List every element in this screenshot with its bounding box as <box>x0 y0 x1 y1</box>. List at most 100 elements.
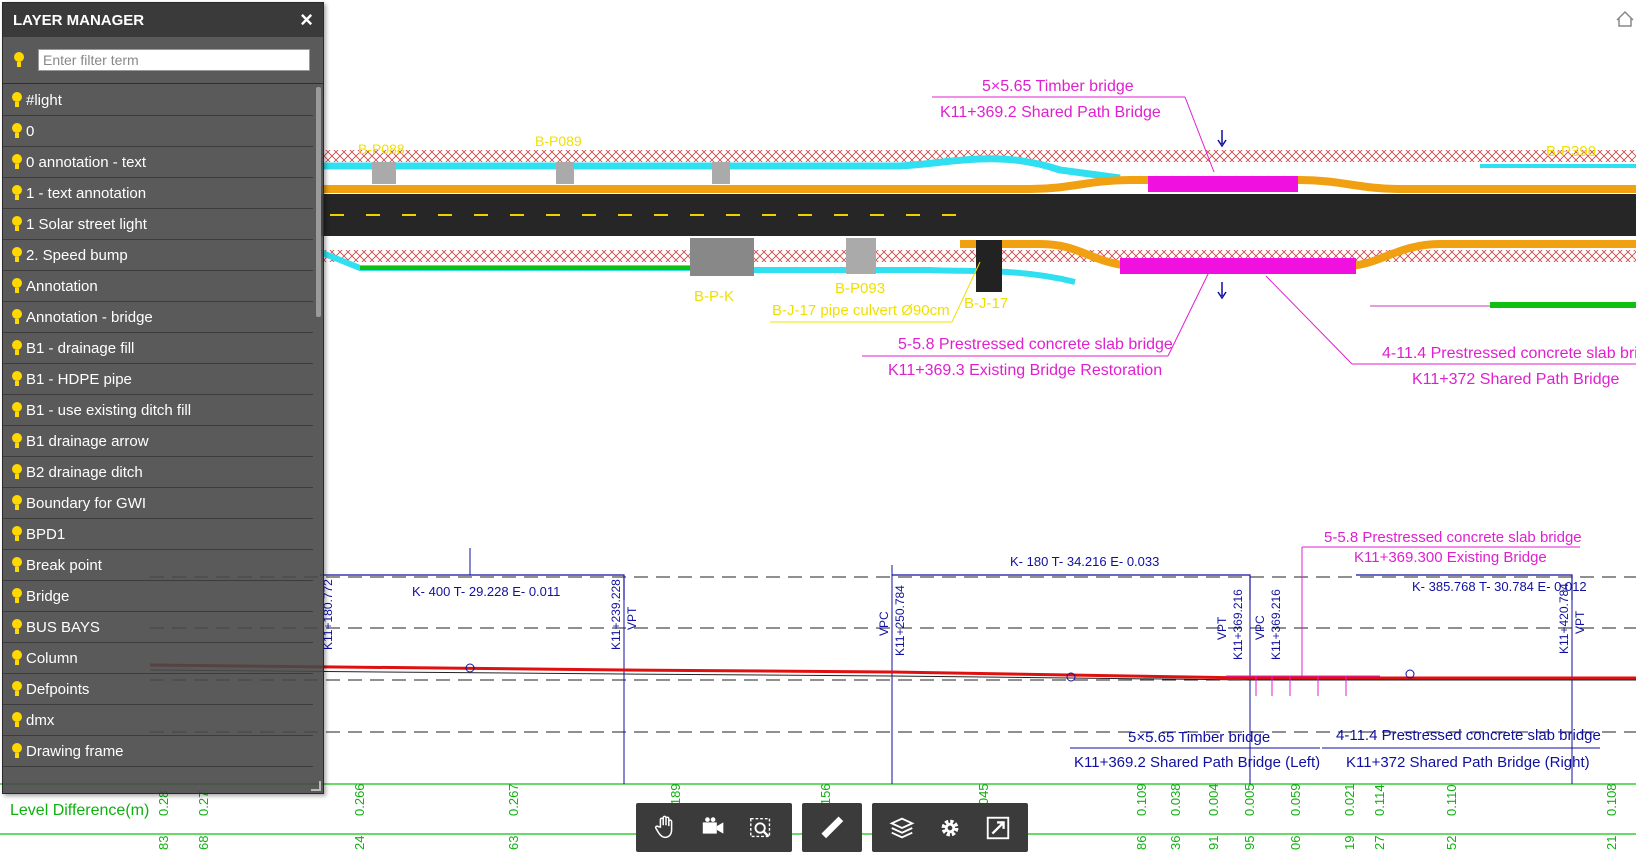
lightbulb-icon[interactable] <box>11 494 23 512</box>
leader-bridge3 <box>1265 275 1353 365</box>
layer-name: Annotation <box>26 277 98 295</box>
layer-row[interactable]: Drawing frame <box>3 736 313 767</box>
layer-row[interactable]: B1 - HDPE pipe <box>3 364 313 395</box>
structure-bp088 <box>372 162 396 184</box>
arrow-down-2 <box>1217 282 1227 300</box>
label-bpk: B-P-K <box>694 288 734 305</box>
layer-list[interactable]: #light 0 0 annotation - text 1 - text annot… <box>3 85 313 785</box>
bottom-value: 68 <box>196 836 211 850</box>
layer-row[interactable]: Bridge <box>3 581 313 612</box>
label-vpc2: VPC <box>1253 615 1267 640</box>
layer-name: 0 annotation - text <box>26 153 147 171</box>
layer-row[interactable]: 1 Solar street light <box>3 209 313 240</box>
label-sta2: K11+239.228 <box>609 579 623 650</box>
lightbulb-icon[interactable] <box>11 525 23 543</box>
layer-row[interactable]: dmx <box>3 705 313 736</box>
leader-bridge2 <box>1167 269 1211 357</box>
zoom-window-icon <box>750 817 771 837</box>
layer-manager-panel[interactable]: LAYER MANAGER × #light 0 0 annotation - te… <box>2 2 324 794</box>
layer-row[interactable]: #light <box>3 85 313 116</box>
label-vpt2: VPT <box>625 606 639 630</box>
structure-3 <box>712 162 730 184</box>
lightbulb-icon[interactable] <box>11 680 23 698</box>
layer-list-scrollbar[interactable] <box>316 87 321 317</box>
lightbulb-icon[interactable] <box>11 649 23 667</box>
gear-button[interactable] <box>928 808 972 848</box>
layer-name: Boundary for GWI <box>26 494 147 512</box>
layer-row[interactable]: Annotation <box>3 271 313 302</box>
level-value: 0.109 <box>1134 783 1149 816</box>
lightbulb-icon[interactable] <box>11 246 23 264</box>
lightbulb-icon[interactable] <box>11 618 23 636</box>
home-icon[interactable] <box>1616 10 1634 27</box>
lightbulb-icon[interactable] <box>11 308 23 326</box>
label-bridge3-line1: 4-11.4 Prestressed concrete slab bric <box>1382 345 1636 362</box>
layer-row[interactable]: B2 drainage ditch <box>3 457 313 488</box>
bottom-value: 63 <box>506 836 521 850</box>
lightbulb-icon[interactable] <box>11 370 23 388</box>
label-level-difference: Level Difference(m) <box>10 802 149 819</box>
lightbulb-icon[interactable] <box>11 277 23 295</box>
lightbulb-icon[interactable] <box>11 711 23 729</box>
zoom-window-button[interactable] <box>740 808 784 848</box>
curve-bracket-2 <box>892 574 1251 600</box>
layer-row[interactable]: BPD1 <box>3 519 313 550</box>
bottom-value: 86 <box>1134 836 1149 850</box>
measure-ruler-button[interactable] <box>810 808 854 848</box>
layer-row[interactable]: B1 - drainage fill <box>3 333 313 364</box>
layer-row[interactable]: Boundary for GWI <box>3 488 313 519</box>
bottom-value: 83 <box>156 836 171 850</box>
lightbulb-icon[interactable] <box>11 153 23 171</box>
lightbulb-icon[interactable] <box>11 556 23 574</box>
layers-button[interactable] <box>880 808 924 848</box>
label-bp093: B-P093 <box>835 280 885 297</box>
lightbulb-icon[interactable] <box>11 587 23 605</box>
lightbulb-icon[interactable] <box>11 401 23 419</box>
layer-manager-header[interactable]: LAYER MANAGER × <box>3 3 323 37</box>
layer-name: Bridge <box>26 587 70 605</box>
lightbulb-icon[interactable] <box>11 184 23 202</box>
pan-hand-icon <box>654 815 673 838</box>
layer-name: BUS BAYS <box>26 618 100 636</box>
lightbulb-icon[interactable] <box>11 463 23 481</box>
layers-icon <box>889 817 915 838</box>
layer-row[interactable]: 2. Speed bump <box>3 240 313 271</box>
panel-resize-handle[interactable] <box>311 781 321 791</box>
lightbulb-icon[interactable] <box>11 432 23 450</box>
lightbulb-icon[interactable] <box>11 742 23 760</box>
layer-name: Column <box>26 649 78 667</box>
layer-row[interactable]: Break point <box>3 550 313 581</box>
layer-row[interactable]: 0 annotation - text <box>3 147 313 178</box>
pan-hand-button[interactable] <box>644 808 688 848</box>
layer-row[interactable]: BUS BAYS <box>3 612 313 643</box>
lightbulb-icon[interactable] <box>11 122 23 140</box>
layer-row[interactable]: B1 - use existing ditch fill <box>3 395 313 426</box>
layer-filter-input[interactable] <box>38 49 310 71</box>
lightbulb-icon[interactable] <box>11 339 23 357</box>
layer-name: Defpoints <box>26 680 90 698</box>
layer-name: 1 Solar street light <box>26 215 147 233</box>
label-bridge-b-line1: 5×5.65 Timber bridge <box>1128 729 1270 746</box>
label-bridge-c-line2: K11+372 Shared Path Bridge (Right) <box>1346 754 1590 771</box>
label-sta5: K11+369.216 <box>1269 589 1283 660</box>
label-bridge-c-line1: 4-11.4 Prestressed concrete slab bridge <box>1336 727 1601 744</box>
camera-button[interactable] <box>692 808 736 848</box>
lightbulb-icon[interactable] <box>11 91 23 109</box>
bottom-value: 21 <box>1604 836 1619 850</box>
layer-row[interactable]: Defpoints <box>3 674 313 705</box>
bridge-bottom-magenta <box>1120 258 1356 274</box>
arrow-down-1 <box>1217 130 1227 148</box>
fullscreen-button[interactable] <box>976 808 1020 848</box>
level-value: 0.27 <box>196 791 211 816</box>
layer-row[interactable]: B1 drainage arrow <box>3 426 313 457</box>
label-bridge1-line1: 5×5.65 Timber bridge <box>982 78 1134 95</box>
layer-row[interactable]: 0 <box>3 116 313 147</box>
layer-row[interactable]: 1 - text annotation <box>3 178 313 209</box>
close-icon[interactable]: × <box>300 9 313 31</box>
layer-row[interactable]: Column <box>3 643 313 674</box>
lightbulb-icon[interactable] <box>11 215 23 233</box>
toolbar-group <box>802 803 862 852</box>
level-value: 0.059 <box>1288 783 1303 816</box>
layer-row[interactable]: Annotation - bridge <box>3 302 313 333</box>
lightbulb-icon[interactable] <box>13 51 25 69</box>
